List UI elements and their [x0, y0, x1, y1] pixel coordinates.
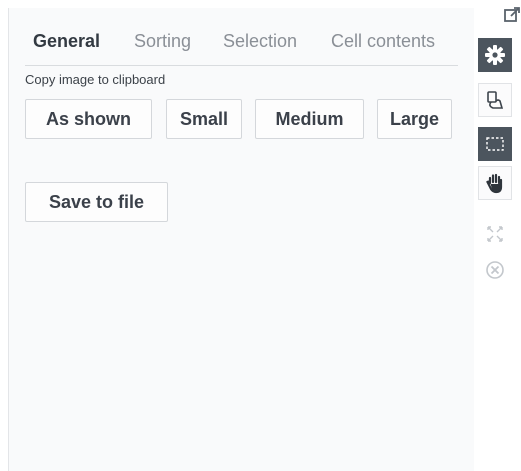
- expand-icon: [478, 217, 512, 251]
- save-to-file-button[interactable]: Save to file: [25, 182, 168, 222]
- copy-large-button[interactable]: Large: [377, 99, 452, 139]
- right-toolbar: [478, 0, 521, 471]
- rectangle-select-icon[interactable]: [478, 127, 512, 161]
- popout-icon[interactable]: [478, 4, 521, 26]
- lasso-select-icon[interactable]: [478, 83, 512, 117]
- copy-small-button[interactable]: Small: [166, 99, 242, 139]
- hand-pan-icon[interactable]: [478, 166, 512, 200]
- copy-image-label: Copy image to clipboard: [25, 72, 166, 87]
- tab-bar: General Sorting Selection Cell contents: [25, 25, 458, 66]
- tab-sorting[interactable]: Sorting: [134, 31, 191, 52]
- gear-icon[interactable]: [478, 38, 512, 72]
- copy-as-shown-button[interactable]: As shown: [25, 99, 152, 139]
- tab-cell-contents[interactable]: Cell contents: [331, 31, 435, 52]
- close-icon: [478, 253, 512, 287]
- copy-medium-button[interactable]: Medium: [255, 99, 364, 139]
- tab-general[interactable]: General: [33, 31, 100, 52]
- tab-selection[interactable]: Selection: [223, 31, 297, 52]
